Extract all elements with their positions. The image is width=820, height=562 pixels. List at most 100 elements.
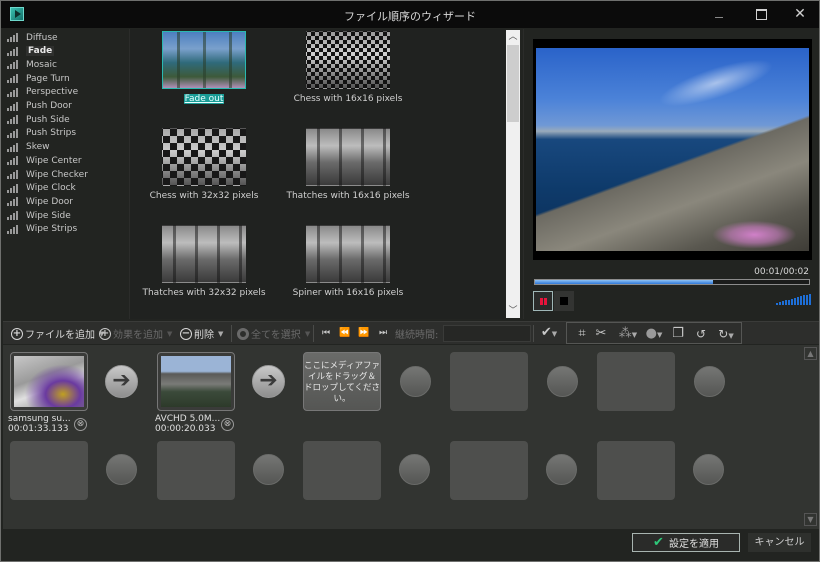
category-item[interactable]: Wipe Door bbox=[7, 195, 73, 208]
fast-forward-icon[interactable]: ⏩ bbox=[357, 325, 371, 341]
transition-category-icon bbox=[7, 46, 19, 56]
category-item[interactable]: Fade bbox=[7, 45, 55, 58]
add-file-button[interactable]: + ファイルを追加 ▼ bbox=[11, 325, 104, 342]
remove-clip-icon[interactable]: ⊗ bbox=[74, 418, 87, 431]
empty-clip-slot[interactable] bbox=[450, 441, 528, 500]
color-effects-icon[interactable]: ⁂▼ bbox=[617, 326, 639, 342]
transition-slot[interactable] bbox=[547, 366, 578, 397]
scroll-down-icon[interactable]: ﹀ bbox=[506, 304, 520, 318]
category-item[interactable]: Wipe Center bbox=[7, 154, 82, 167]
maximize-button[interactable] bbox=[746, 5, 776, 23]
category-item[interactable]: Push Strips bbox=[7, 127, 76, 140]
scissors-icon[interactable]: ✂ bbox=[593, 326, 609, 342]
plus-icon: + bbox=[99, 327, 111, 340]
clip-preview-image bbox=[161, 356, 231, 407]
transition-slot[interactable] bbox=[399, 454, 430, 485]
category-item[interactable]: Push Door bbox=[7, 100, 72, 113]
effect-thumbnail[interactable] bbox=[162, 31, 246, 89]
scrollbar-thumb[interactable] bbox=[507, 45, 519, 122]
effect-item[interactable]: Thatches with 16x16 pixels bbox=[278, 128, 418, 201]
clip-name: AVCHD 5.0M... bbox=[155, 414, 221, 424]
transition-slot[interactable] bbox=[106, 454, 137, 485]
drop-zone[interactable]: ここにメディアファイルをドラッグ＆ドロップしてください。 bbox=[303, 352, 381, 411]
effect-thumbnail[interactable] bbox=[162, 225, 246, 283]
stop-button[interactable] bbox=[554, 291, 574, 311]
empty-clip-slot[interactable] bbox=[597, 352, 675, 411]
rotate-left-90-icon[interactable]: ↺ bbox=[693, 326, 709, 342]
add-effect-label: 効果を追加 bbox=[113, 330, 163, 341]
category-item[interactable]: Diffuse bbox=[7, 31, 58, 44]
skip-to-start-icon[interactable]: ⏮ bbox=[319, 325, 333, 341]
select-all-button[interactable]: 全てを選択 ▼ bbox=[237, 325, 310, 342]
scroll-up-icon[interactable]: ︿ bbox=[506, 30, 520, 44]
effect-item[interactable]: Chess with 32x32 pixels bbox=[134, 128, 274, 201]
transition-slot[interactable] bbox=[400, 366, 431, 397]
empty-clip-slot[interactable] bbox=[597, 441, 675, 500]
check-icon[interactable]: ✔▼ bbox=[536, 325, 562, 341]
copy-icon[interactable]: ❐ bbox=[670, 326, 686, 342]
seek-bar[interactable] bbox=[534, 279, 810, 285]
transition-category-icon bbox=[7, 87, 19, 97]
delete-button[interactable]: − 削除 ▼ bbox=[180, 325, 223, 342]
scroll-down-icon[interactable]: ▼ bbox=[804, 513, 817, 526]
category-item[interactable]: Wipe Strips bbox=[7, 223, 77, 236]
category-item[interactable]: Wipe Side bbox=[7, 209, 71, 222]
empty-clip-slot[interactable] bbox=[450, 352, 528, 411]
duration-input[interactable] bbox=[443, 325, 531, 342]
category-item[interactable]: Page Turn bbox=[7, 72, 70, 85]
chevron-down-icon[interactable]: ▼ bbox=[305, 330, 310, 338]
minimize-button[interactable] bbox=[704, 5, 734, 23]
empty-clip-slot[interactable] bbox=[303, 441, 381, 500]
wizard-window: ファイル順序のウィザード ✕ Diffuse Fade Mosaic Page Tur… bbox=[0, 0, 820, 562]
skip-to-end-icon[interactable]: ⏭ bbox=[376, 325, 390, 341]
category-label: Wipe Checker bbox=[26, 169, 88, 180]
effects-scrollbar[interactable]: ︿ ﹀ bbox=[506, 30, 520, 318]
empty-clip-slot[interactable] bbox=[10, 441, 88, 500]
transition-slot[interactable] bbox=[693, 454, 724, 485]
effect-item[interactable]: Thatches with 32x32 pixels bbox=[134, 225, 274, 298]
effect-thumbnail[interactable] bbox=[162, 128, 246, 186]
transition-slot[interactable] bbox=[253, 454, 284, 485]
category-item[interactable]: Mosaic bbox=[7, 58, 57, 71]
volume-icon[interactable] bbox=[776, 293, 811, 305]
clip-thumbnail[interactable] bbox=[10, 352, 88, 411]
category-item[interactable]: Wipe Clock bbox=[7, 182, 76, 195]
empty-clip-slot[interactable] bbox=[157, 441, 235, 500]
category-label: Wipe Side bbox=[26, 210, 71, 221]
rewind-icon[interactable]: ⏪ bbox=[338, 325, 352, 341]
arrow-right-icon[interactable]: ➔ bbox=[252, 365, 285, 398]
category-item[interactable]: Wipe Checker bbox=[7, 168, 88, 181]
cancel-button[interactable]: キャンセル bbox=[748, 533, 811, 552]
category-item[interactable]: Skew bbox=[7, 141, 50, 154]
pause-button[interactable] bbox=[533, 291, 553, 311]
effect-thumbnail[interactable] bbox=[306, 128, 390, 186]
rotate-right-90-icon[interactable]: ↻▼ bbox=[713, 326, 739, 342]
chevron-down-icon[interactable]: ▼ bbox=[218, 330, 223, 338]
crop-icon[interactable]: ⌗ bbox=[574, 326, 590, 342]
transition-category-icon bbox=[7, 101, 19, 111]
add-effect-button[interactable]: + 効果を追加 ▼ bbox=[99, 325, 172, 342]
close-button[interactable]: ✕ bbox=[785, 5, 815, 23]
transition-category-icon bbox=[7, 60, 19, 70]
arrow-right-icon[interactable]: ➔ bbox=[105, 365, 138, 398]
transition-slot[interactable] bbox=[546, 454, 577, 485]
effect-item[interactable]: Chess with 16x16 pixels bbox=[278, 31, 418, 104]
apply-settings-button[interactable]: ✔ 設定を適用 bbox=[632, 533, 740, 552]
category-item[interactable]: Perspective bbox=[7, 86, 78, 99]
transition-slot[interactable] bbox=[694, 366, 725, 397]
effect-item[interactable]: Fade out bbox=[134, 31, 274, 104]
category-item[interactable]: Push Side bbox=[7, 113, 70, 126]
scroll-up-icon[interactable]: ▲ bbox=[804, 347, 817, 360]
remove-clip-icon[interactable]: ⊗ bbox=[221, 418, 234, 431]
chevron-down-icon[interactable]: ▼ bbox=[167, 330, 172, 338]
effect-thumbnail[interactable] bbox=[306, 225, 390, 283]
preview-image bbox=[536, 48, 809, 251]
category-label: Wipe Center bbox=[26, 155, 82, 166]
category-label: Push Strips bbox=[26, 128, 77, 139]
effect-item[interactable]: Spiner with 16x16 pixels bbox=[278, 225, 418, 298]
timeline-scrollbar[interactable]: ▲ ▼ bbox=[804, 345, 817, 529]
watermark-icon[interactable]: ●▼ bbox=[643, 326, 665, 342]
clip-thumbnail[interactable] bbox=[157, 352, 235, 411]
category-label: Page Turn bbox=[26, 73, 70, 84]
effect-thumbnail[interactable] bbox=[306, 31, 390, 89]
